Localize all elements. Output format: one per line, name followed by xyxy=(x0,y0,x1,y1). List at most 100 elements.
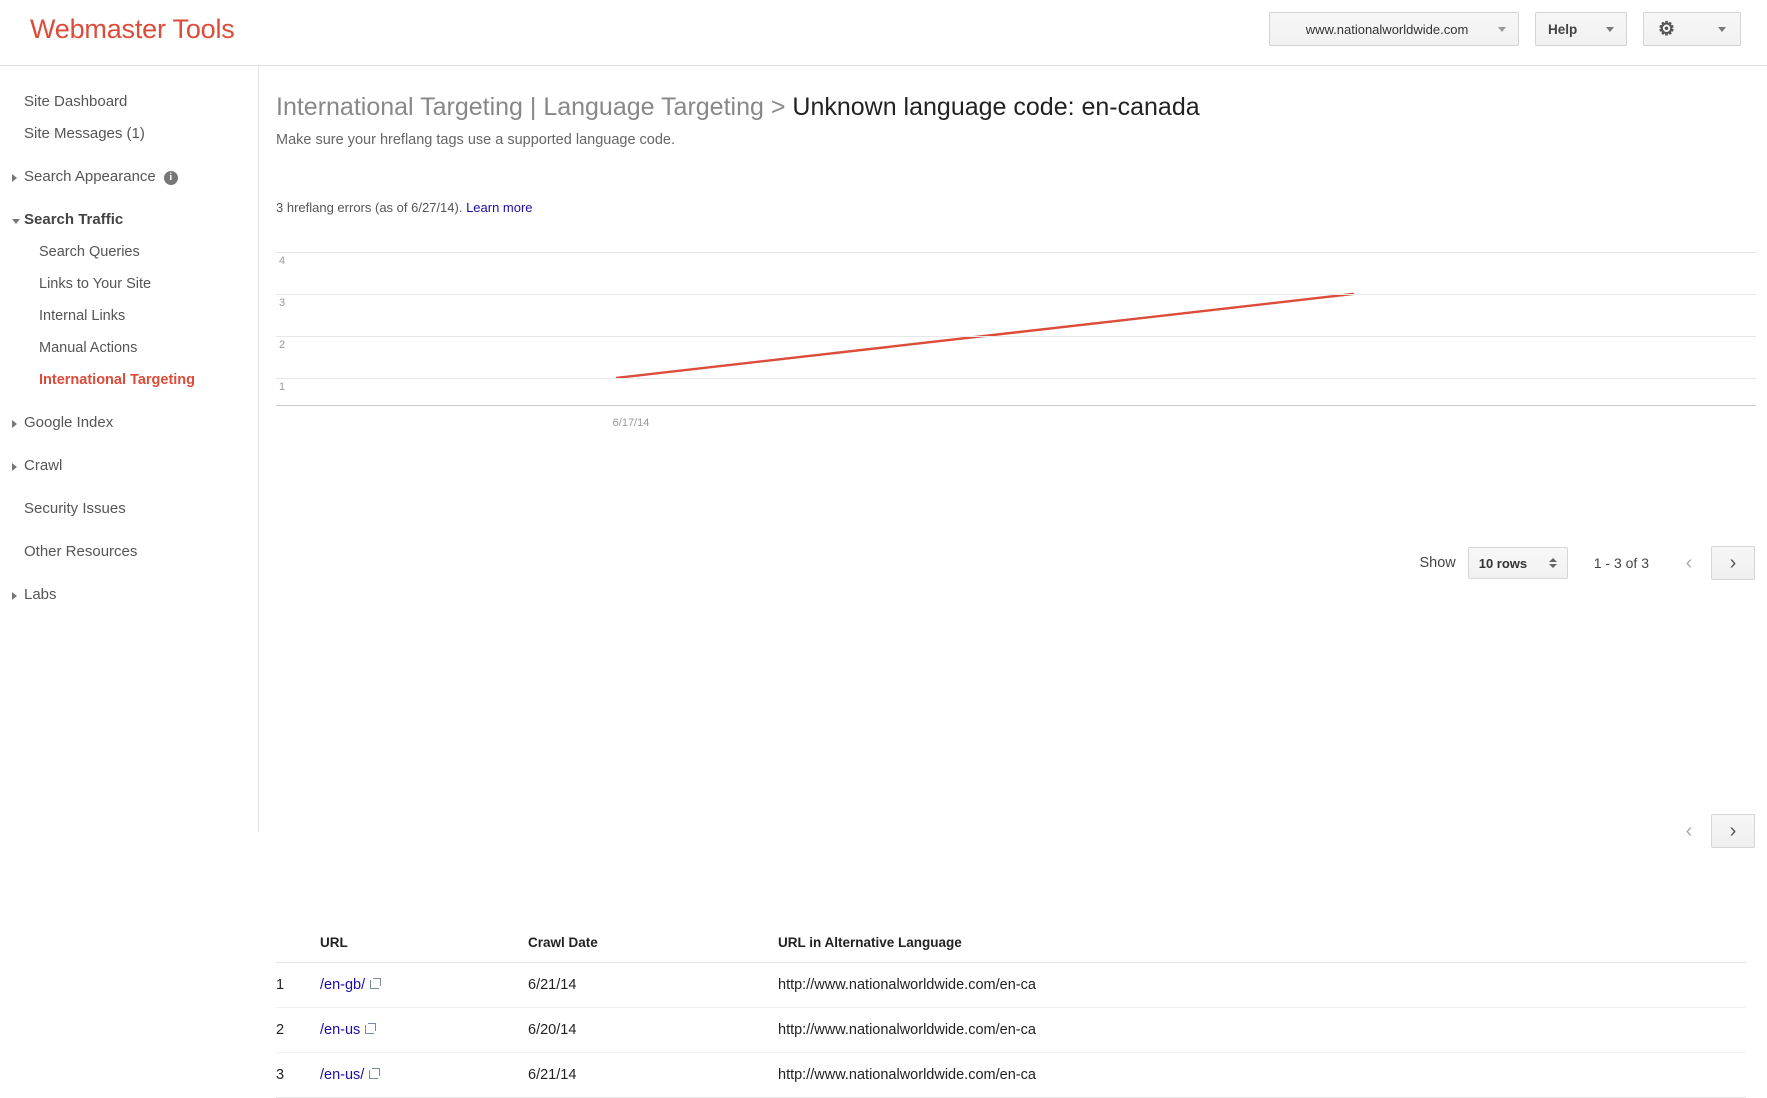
hreflang-errors-table: URL Crawl Date URL in Alternative Language… xyxy=(276,925,1746,1098)
sidebar-item-label: Other Resources xyxy=(24,543,138,560)
external-link-icon[interactable] xyxy=(370,978,381,989)
row-index: 3 xyxy=(276,1052,320,1098)
sidebar-item-label: Search Appearance xyxy=(24,168,156,185)
chevron-right-icon xyxy=(12,592,17,600)
rows-per-page-value: 10 rows xyxy=(1478,555,1528,571)
sidebar-item-label: Internal Links xyxy=(39,308,126,324)
chevron-right-icon xyxy=(12,420,17,428)
table-header-cell xyxy=(276,925,320,963)
table-row: 2/en-us 6/20/14 http://www.nationalworldwi… xyxy=(276,1007,1746,1053)
table-header-cell: Crawl Date xyxy=(528,925,778,963)
chart-line-svg xyxy=(615,292,1355,380)
sidebar-item-internal-links[interactable]: Internal Links xyxy=(0,300,258,332)
sidebar-item-labs[interactable]: Labs xyxy=(0,579,258,611)
external-link-icon[interactable] xyxy=(365,1023,376,1034)
row-index: 2 xyxy=(276,1007,320,1053)
info-icon[interactable]: i xyxy=(163,171,178,185)
chevron-down-icon xyxy=(1606,26,1614,32)
row-crawl-date: 6/20/14 xyxy=(528,1007,778,1053)
row-alternative-url: http://www.nationalworldwide.com/en-ca xyxy=(778,1052,1746,1098)
next-page-button-bottom[interactable]: › xyxy=(1711,814,1755,848)
sidebar-item-search-queries[interactable]: Search Queries xyxy=(0,236,258,268)
external-link-icon[interactable] xyxy=(369,1068,380,1079)
chevron-right-icon xyxy=(12,174,17,182)
page-title-breadcrumb: International Targeting | Language Targe… xyxy=(276,93,764,121)
chevron-down-icon xyxy=(1718,26,1726,32)
app-header: Webmaster Tools www.nationalworldwide.co… xyxy=(0,0,1767,66)
next-page-button[interactable]: › xyxy=(1711,546,1755,580)
sidebar-item-label: Crawl xyxy=(24,457,63,474)
row-alternative-url: http://www.nationalworldwide.com/en-ca xyxy=(778,1007,1746,1053)
sidebar-item-label: Security Issues xyxy=(24,500,126,517)
main-content: International Targeting | Language Targe… xyxy=(259,66,1767,1098)
row-url-link[interactable]: /en-us xyxy=(320,1022,360,1038)
chevron-down-icon xyxy=(12,219,20,224)
error-summary-text: 3 hreflang errors (as of 6/27/14). xyxy=(276,200,463,215)
table-controls: Show 10 rows 1 - 3 of 3 ‹ › xyxy=(1419,546,1755,580)
sidebar-item-security-issues[interactable]: Security Issues xyxy=(0,493,258,525)
sidebar-item-label: Site Dashboard xyxy=(24,93,128,110)
error-summary-line: 3 hreflang errors (as of 6/27/14). Learn… xyxy=(276,200,1767,215)
learn-more-link[interactable]: Learn more xyxy=(466,200,532,215)
sidebar-item-site-dashboard[interactable]: Site Dashboard xyxy=(0,86,258,118)
sidebar-item-label: Manual Actions xyxy=(39,340,138,356)
sidebar-item-search-appearance[interactable]: Search Appearance i xyxy=(0,161,258,193)
table-head: URL Crawl Date URL in Alternative Language xyxy=(276,925,1746,963)
chart-gridline xyxy=(276,335,1756,337)
row-url-cell: /en-gb/ xyxy=(320,962,528,1008)
prev-page-button-bottom[interactable]: ‹ xyxy=(1667,814,1711,848)
page-subtitle: Make sure your hreflang tags use a suppo… xyxy=(276,132,676,148)
sidebar-item-label: Labs xyxy=(24,586,57,603)
show-rows-label: Show xyxy=(1419,555,1456,571)
sidebar-item-label: Google Index xyxy=(24,414,114,431)
result-range-label: 1 - 3 of 3 xyxy=(1593,555,1649,571)
chart-y-tick-label: 1 xyxy=(279,380,286,393)
prev-page-button[interactable]: ‹ xyxy=(1667,546,1711,580)
chart-y-tick-label: 2 xyxy=(279,338,286,351)
sidebar-item-other-resources[interactable]: Other Resources xyxy=(0,536,258,568)
sidebar-item-label: Site Messages (1) xyxy=(24,125,145,142)
sidebar-item-google-index[interactable]: Google Index xyxy=(0,407,258,439)
sidebar-item-international-targeting[interactable]: International Targeting xyxy=(0,364,258,396)
row-url-cell: /en-us/ xyxy=(320,1052,528,1098)
help-label: Help xyxy=(1548,21,1578,37)
row-url-link[interactable]: /en-gb/ xyxy=(320,977,365,993)
chart-gridline xyxy=(276,293,1756,295)
sidebar-item-links-to-your-site[interactable]: Links to Your Site xyxy=(0,268,258,300)
rows-per-page-select[interactable]: 10 rows xyxy=(1467,547,1568,579)
sidebar-item-site-messages-1[interactable]: Site Messages (1) xyxy=(0,118,258,150)
hreflang-errors-chart: 4 3 2 1 6/17/14 xyxy=(276,225,1756,457)
gear-icon: ⚙ xyxy=(1658,18,1676,40)
table-header-cell: URL xyxy=(320,925,528,963)
table-row: 1/en-gb/6/21/14 http://www.nationalworldw… xyxy=(276,962,1746,1008)
site-selector-button[interactable]: www.nationalworldwide.com xyxy=(1269,12,1519,46)
bottom-pagination: ‹ › xyxy=(1667,814,1755,848)
chart-gridline xyxy=(276,251,1756,253)
chart-axis-baseline xyxy=(276,405,1756,407)
sidebar-nav: Site Dashboard Site Messages (1) Search Ap… xyxy=(0,66,259,832)
chart-y-tick-label: 4 xyxy=(279,254,286,267)
chevron-down-icon xyxy=(1498,26,1506,32)
stepper-updown-icon xyxy=(1548,558,1557,568)
help-button[interactable]: Help xyxy=(1535,12,1627,46)
sidebar-item-label: Search Traffic xyxy=(24,211,124,228)
table-header-cell: URL in Alternative Language xyxy=(778,925,1746,963)
sidebar-item-label: Links to Your Site xyxy=(39,276,152,292)
sidebar-item-crawl[interactable]: Crawl xyxy=(0,450,258,482)
sidebar-item-manual-actions[interactable]: Manual Actions xyxy=(0,332,258,364)
table-header-row: URL Crawl Date URL in Alternative Language xyxy=(276,925,1746,963)
row-url-link[interactable]: /en-us/ xyxy=(320,1067,364,1083)
settings-button[interactable]: ⚙ xyxy=(1643,12,1741,46)
chart-x-tick-label: 6/17/14 xyxy=(612,417,650,430)
sidebar-item-label: Search Queries xyxy=(39,244,140,260)
row-crawl-date: 6/21/14 xyxy=(528,962,778,1008)
chart-y-tick-label: 3 xyxy=(279,296,286,309)
sidebar-item-search-traffic[interactable]: Search Traffic xyxy=(0,204,258,236)
chevron-right-icon xyxy=(12,463,17,471)
header-actions: www.nationalworldwide.com Help ⚙ xyxy=(1269,12,1741,46)
